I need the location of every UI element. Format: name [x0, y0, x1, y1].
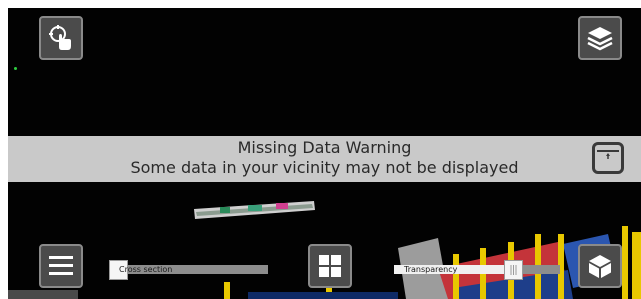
banner-message: Some data in your vicinity may not be di… — [130, 158, 519, 177]
banner-title: Missing Data Warning — [237, 138, 412, 157]
hamburger-menu-icon — [48, 254, 74, 278]
pipe-segment — [194, 201, 315, 219]
missing-data-banner: Missing Data Warning Some data in your v… — [8, 136, 641, 182]
view-mode-button[interactable] — [578, 244, 622, 288]
3d-viewport[interactable]: Missing Data Warning Some data in your v… — [8, 8, 641, 299]
locate-button[interactable] — [39, 16, 83, 60]
transparency-label: Transparency — [404, 265, 458, 274]
layers-button[interactable] — [578, 16, 622, 60]
menu-button[interactable] — [39, 244, 83, 288]
transparency-thumb[interactable] — [504, 260, 523, 280]
banner-expand-button[interactable] — [592, 142, 624, 174]
cross-section-label: Cross section — [119, 265, 173, 274]
grid-icon — [318, 254, 342, 278]
location-marker — [14, 67, 17, 70]
ground-slab — [8, 290, 78, 299]
transparency-slider[interactable]: Transparency — [394, 260, 560, 280]
grid-button[interactable] — [308, 244, 352, 288]
blue-pipe — [248, 292, 398, 299]
layers-icon — [586, 25, 614, 51]
tap-target-icon — [47, 24, 75, 52]
3d-cube-icon — [587, 253, 613, 279]
cross-section-slider[interactable]: Cross section — [109, 260, 268, 280]
yellow-post — [224, 282, 230, 299]
